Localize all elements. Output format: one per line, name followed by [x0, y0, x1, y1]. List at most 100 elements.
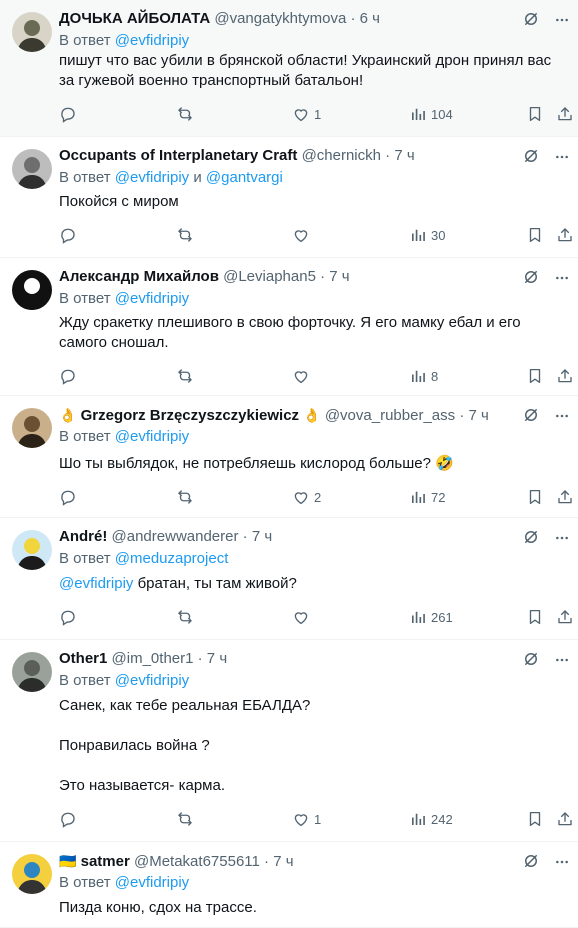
bookmark-button[interactable]: [526, 809, 544, 829]
share-button[interactable]: [556, 225, 574, 245]
avatar[interactable]: [12, 854, 52, 894]
more-icon[interactable]: [554, 12, 570, 28]
retweet-button[interactable]: [176, 225, 198, 245]
author-name[interactable]: Александр Михайлов: [59, 268, 219, 285]
timestamp[interactable]: · 7 ч: [385, 147, 415, 164]
share-icon: [556, 226, 574, 244]
grok-icon[interactable]: [522, 852, 540, 870]
tweet[interactable]: ДОЧЬКА АЙБОЛАТА @vangatykhtymova · 6 чВ …: [0, 0, 578, 137]
tweet[interactable]: Other1 @im_0ther1 · 7 чВ ответ @evfidrip…: [0, 640, 578, 842]
tweet[interactable]: 👌 Grzegorz Brzęczyszczykiewicz 👌 @vova_r…: [0, 396, 578, 518]
tweet[interactable]: Occupants of Interplanetary Craft @chern…: [0, 137, 578, 258]
author-handle[interactable]: @im_0ther1: [112, 650, 194, 667]
timestamp[interactable]: · 7 ч: [459, 407, 489, 424]
grok-icon[interactable]: [522, 268, 540, 286]
avatar[interactable]: [12, 652, 52, 692]
author-name[interactable]: Grzegorz Brzęczyszczykiewicz: [81, 407, 299, 424]
mention-link[interactable]: @evfidripiy: [115, 169, 189, 186]
author-handle[interactable]: @vangatykhtymova: [214, 10, 346, 27]
like-button[interactable]: [292, 366, 314, 386]
grok-icon[interactable]: [522, 147, 540, 165]
more-icon[interactable]: [554, 530, 570, 546]
bookmark-button[interactable]: [526, 225, 544, 245]
avatar[interactable]: [12, 408, 52, 448]
bookmark-button[interactable]: [526, 487, 544, 507]
views-button[interactable]: 261: [409, 607, 453, 627]
mention-link[interactable]: @evfidripiy: [115, 428, 189, 445]
reply-prefix: В ответ: [59, 169, 111, 186]
reply-prefix: В ответ: [59, 874, 111, 891]
author-name[interactable]: André!: [59, 528, 107, 545]
retweet-button[interactable]: [176, 809, 198, 829]
bookmark-icon: [526, 488, 544, 506]
mention-link[interactable]: @evfidripiy: [115, 290, 189, 307]
share-button[interactable]: [556, 487, 574, 507]
views-button[interactable]: 242: [409, 809, 453, 829]
bookmark-button[interactable]: [526, 104, 544, 124]
avatar[interactable]: [12, 149, 52, 189]
like-button[interactable]: 2: [292, 487, 321, 507]
like-button[interactable]: [292, 607, 314, 627]
timestamp[interactable]: · 7 ч: [243, 528, 273, 545]
share-button[interactable]: [556, 809, 574, 829]
reply-button[interactable]: [59, 607, 81, 627]
reply-prefix: В ответ: [59, 550, 111, 567]
share-button[interactable]: [556, 104, 574, 124]
more-icon[interactable]: [554, 854, 570, 870]
reply-button[interactable]: [59, 366, 81, 386]
more-icon[interactable]: [554, 149, 570, 165]
retweet-button[interactable]: [176, 487, 198, 507]
more-icon[interactable]: [554, 270, 570, 286]
retweet-button[interactable]: [176, 104, 198, 124]
timestamp[interactable]: · 7 ч: [198, 650, 228, 667]
tweet-line: [59, 756, 566, 776]
author-name[interactable]: Other1: [59, 650, 107, 667]
views-button[interactable]: 72: [409, 487, 445, 507]
tweet[interactable]: André! @andrewwanderer · 7 ч В ответ @med…: [0, 518, 578, 640]
bookmark-button[interactable]: [526, 607, 544, 627]
more-icon[interactable]: [554, 408, 570, 424]
views-button[interactable]: 104: [409, 104, 453, 124]
like-button[interactable]: 1: [292, 104, 321, 124]
like-button[interactable]: 1: [292, 809, 321, 829]
share-button[interactable]: [556, 607, 574, 627]
retweet-button[interactable]: [176, 366, 198, 386]
more-icon[interactable]: [554, 652, 570, 668]
mention-link[interactable]: @evfidripiy: [115, 32, 189, 49]
author-handle[interactable]: @andrewwanderer: [112, 528, 239, 545]
tweet[interactable]: 🇺🇦 satmer @Metakat6755611 · 7 чВ ответ @…: [0, 842, 578, 928]
author-handle[interactable]: @Leviaphan5: [223, 268, 316, 285]
grok-icon[interactable]: [522, 528, 540, 546]
reply-button[interactable]: [59, 104, 81, 124]
retweet-button[interactable]: [176, 607, 198, 627]
grok-icon[interactable]: [522, 10, 540, 28]
author-handle[interactable]: @Metakat6755611: [134, 853, 260, 870]
avatar[interactable]: [12, 12, 52, 52]
bookmark-button[interactable]: [526, 366, 544, 386]
like-button[interactable]: [292, 225, 314, 245]
author-name[interactable]: satmer: [81, 853, 130, 870]
views-button[interactable]: 30: [409, 225, 445, 245]
author-handle[interactable]: @vova_rubber_ass: [325, 407, 455, 424]
timestamp[interactable]: · 7 ч: [320, 268, 350, 285]
grok-icon[interactable]: [522, 406, 540, 424]
avatar[interactable]: [12, 530, 52, 570]
mention-link[interactable]: @evfidripiy: [115, 874, 189, 891]
mention-link[interactable]: @gantvargi: [206, 169, 283, 186]
views-button[interactable]: 8: [409, 366, 438, 386]
timestamp[interactable]: · 7 ч: [264, 853, 294, 870]
author-name[interactable]: ДОЧЬКА АЙБОЛАТА: [59, 10, 210, 27]
avatar[interactable]: [12, 270, 52, 310]
author-handle[interactable]: @chernickh: [302, 147, 381, 164]
author-name[interactable]: Occupants of Interplanetary Craft: [59, 147, 297, 164]
grok-icon[interactable]: [522, 650, 540, 668]
reply-button[interactable]: [59, 225, 81, 245]
mention-link[interactable]: @meduzaproject: [115, 550, 229, 567]
reply-button[interactable]: [59, 809, 81, 829]
tweet[interactable]: Александр Михайлов @Leviaphan5 · 7 чВ от…: [0, 258, 578, 396]
mention-link[interactable]: @evfidripiy: [59, 575, 133, 592]
mention-link[interactable]: @evfidripiy: [115, 672, 189, 689]
share-button[interactable]: [556, 366, 574, 386]
timestamp[interactable]: · 6 ч: [350, 10, 380, 27]
reply-button[interactable]: [59, 487, 81, 507]
